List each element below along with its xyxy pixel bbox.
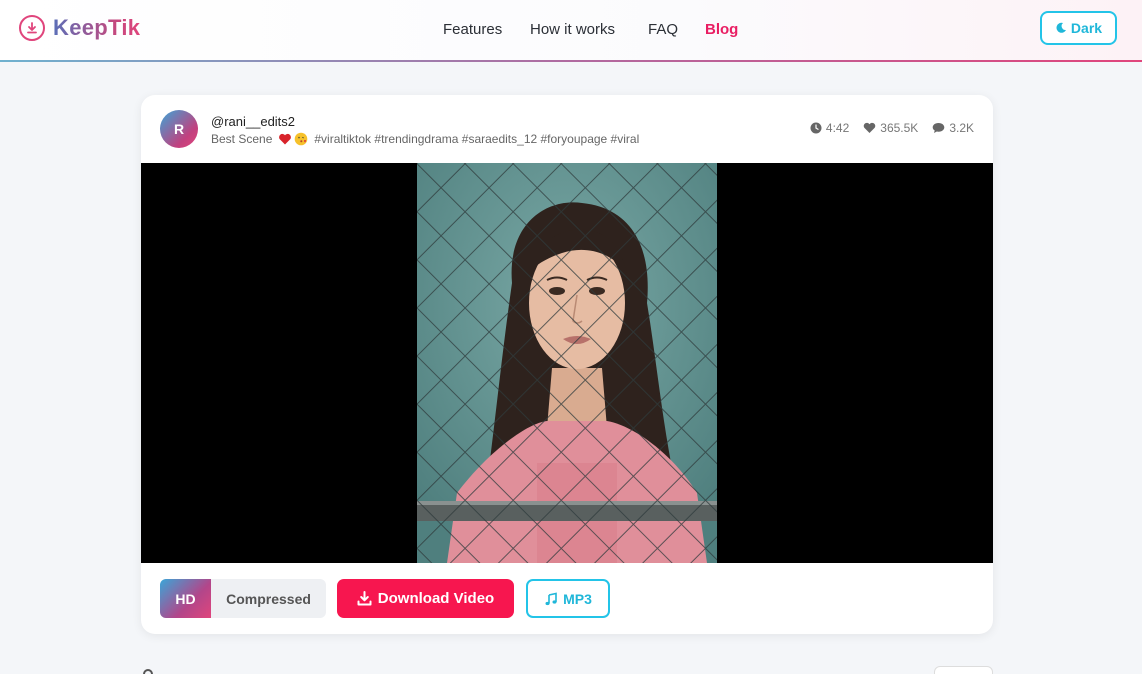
comments-value: 3.2K	[949, 121, 974, 135]
comment-icon	[933, 123, 945, 133]
likes-stat: 365.5K	[863, 121, 918, 135]
heart-icon	[864, 122, 876, 133]
video-stats: 4:42 365.5K 3.2K	[796, 121, 974, 135]
clock-icon	[810, 122, 822, 134]
caption-text: Best Scene	[211, 132, 273, 146]
quality-hd-option[interactable]: HD	[160, 579, 211, 618]
download-mp3-button[interactable]: MP3	[526, 579, 610, 618]
logo-text: KeepTik	[53, 15, 141, 40]
download-circle-icon	[19, 15, 45, 41]
video-player[interactable]	[141, 163, 993, 563]
top-header: KeepTik Features How it works FAQ Blog D…	[0, 0, 1142, 62]
duration-value: 4:42	[825, 121, 850, 135]
partial-control[interactable]	[934, 666, 993, 674]
video-caption: Best Scene #viraltiktok #trendingdrama #…	[211, 132, 639, 146]
nav-features[interactable]: Features	[443, 21, 502, 38]
comments-stat: 3.2K	[932, 121, 974, 135]
download-video-button[interactable]: Download Video	[337, 579, 514, 618]
red-heart-emoji-icon	[279, 133, 292, 145]
logo[interactable]: KeepTik	[19, 15, 140, 41]
download-video-label: Download Video	[377, 590, 495, 607]
kiss-face-emoji-icon	[295, 132, 308, 146]
header-divider	[0, 60, 1142, 62]
quality-compressed-option[interactable]: Compressed	[211, 579, 326, 618]
video-card: R @rani__edits2 Best Scene #viraltiktok …	[141, 95, 993, 634]
username[interactable]: @rani__edits2	[211, 114, 295, 129]
duration-stat: 4:42	[810, 121, 849, 135]
likes-value: 365.5K	[880, 121, 919, 135]
moon-icon	[1056, 22, 1066, 33]
video-frame[interactable]	[417, 163, 717, 563]
video-thumbnail-image	[417, 163, 717, 563]
nav-how-it-works[interactable]: How it works	[530, 21, 615, 38]
nav-faq[interactable]: FAQ	[648, 21, 678, 38]
quality-selector: HD Compressed	[160, 579, 326, 618]
download-icon	[357, 591, 372, 606]
music-note-icon	[545, 592, 557, 605]
nav-blog[interactable]: Blog	[705, 21, 738, 38]
dark-mode-label: Dark	[1070, 20, 1103, 36]
section-icon-partial	[143, 669, 153, 674]
dark-mode-toggle[interactable]: Dark	[1040, 11, 1117, 45]
download-actions: HD Compressed Download Video MP3	[160, 579, 610, 618]
caption-hashtags: #viraltiktok #trendingdrama #saraedits_1…	[314, 132, 640, 146]
avatar[interactable]: R	[160, 110, 198, 148]
mp3-label: MP3	[563, 590, 592, 607]
